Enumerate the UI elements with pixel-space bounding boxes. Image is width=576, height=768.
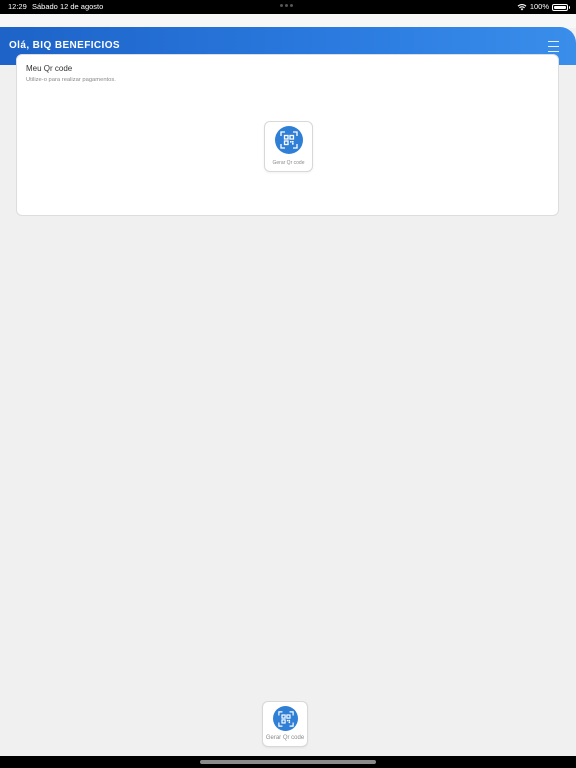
app-screen: Olá, BIQ BENEFICIOS Meu Qr code Utilize-… [0,14,576,756]
card-subtitle: Utilize-o para realizar pagamentos. [26,77,116,83]
hamburger-menu-icon[interactable] [548,41,559,53]
card-title: Meu Qr code [26,64,73,73]
multitasking-dots[interactable] [280,4,293,7]
generate-qr-label: Gerar Qr code [272,160,305,166]
bottom-generate-qr-button[interactable]: Gerar Qr code [262,701,308,747]
battery-percent: 100% [529,2,549,11]
greeting-title: Olá, BIQ BENEFICIOS [9,40,120,51]
battery-icon [552,3,570,11]
status-date: Sábado 12 de agosto [32,2,104,11]
status-right: 100% [517,0,570,14]
status-time: 12:29 [8,2,27,11]
status-bar: 12:29 Sábado 12 de agosto 100% [0,0,576,14]
qr-code-scan-icon [273,706,298,731]
qr-code-scan-icon [275,126,303,154]
wifi-icon [517,4,527,11]
generate-qr-button[interactable]: Gerar Qr code [264,121,313,172]
bottom-generate-qr-label: Gerar Qr code [265,735,305,741]
home-indicator[interactable] [200,760,376,764]
top-spacer [0,14,576,28]
qr-code-card: Meu Qr code Utilize-o para realizar paga… [16,54,559,216]
